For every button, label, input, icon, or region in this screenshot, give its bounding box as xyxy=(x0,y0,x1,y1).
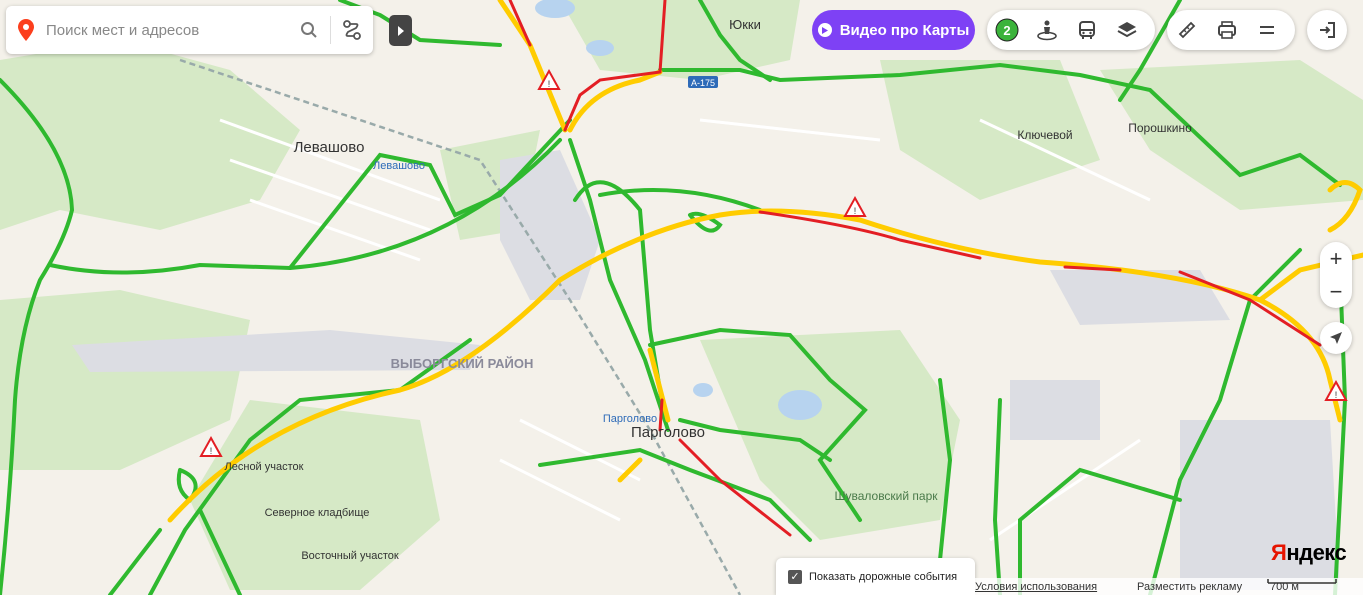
bus-icon xyxy=(1079,21,1095,39)
traffic-layer-button[interactable]: 2 xyxy=(987,10,1027,50)
map-pin-logo-icon[interactable] xyxy=(6,19,46,41)
menu-button[interactable] xyxy=(1247,10,1287,50)
district-label: ВЫБОРГСКИЙ РАЙОН xyxy=(391,356,534,371)
zoom-in-button[interactable]: + xyxy=(1320,242,1352,275)
svg-text:!: ! xyxy=(210,446,213,456)
place-label-severnoe-kladbishche: Северное кладбище xyxy=(265,507,370,519)
park-label-shuvalovsky: Шуваловский парк xyxy=(834,489,938,503)
place-label-poroshkino: Порошкино xyxy=(1128,121,1192,135)
advertise-link[interactable]: Разместить рекламу xyxy=(1137,581,1242,593)
layers-icon xyxy=(1117,22,1137,38)
map-layers-button[interactable] xyxy=(1107,10,1147,50)
printer-icon xyxy=(1218,21,1236,39)
search-input[interactable]: Поиск мест и адресов xyxy=(46,22,288,39)
collapse-panel-button[interactable] xyxy=(389,15,412,46)
station-label-levashovo: Левашово xyxy=(373,160,425,172)
terms-of-use-link[interactable]: Условия использования xyxy=(975,581,1097,593)
map-canvas[interactable]: ! ! ! ! А-175 Юкки Левашово Левашово Клю… xyxy=(0,0,1363,595)
roadworks-icon[interactable]: ! xyxy=(843,195,867,217)
road-number-badge: А-175 xyxy=(688,76,718,88)
route-icon[interactable] xyxy=(331,6,373,54)
ruler-icon xyxy=(1178,21,1196,39)
play-icon xyxy=(817,23,832,37)
zoom-out-button[interactable]: − xyxy=(1320,275,1352,308)
svg-text:!: ! xyxy=(548,79,551,89)
checkbox-checked-icon[interactable]: ✓ xyxy=(788,569,802,584)
place-label-vostochny-uchastok: Восточный участок xyxy=(301,550,399,562)
print-button[interactable] xyxy=(1207,10,1247,50)
panorama-button[interactable] xyxy=(1027,10,1067,50)
yandex-logo[interactable]: Яндекс xyxy=(1271,540,1347,566)
svg-text:!: ! xyxy=(854,206,857,216)
login-icon xyxy=(1320,22,1335,38)
svg-text:А-175: А-175 xyxy=(691,78,715,88)
scale-bar xyxy=(1267,579,1337,584)
ruler-button[interactable] xyxy=(1167,10,1207,50)
chevron-right-icon xyxy=(397,25,404,36)
show-road-events-toggle[interactable]: ✓ Показать дорожные события xyxy=(776,558,975,595)
place-label-pargolovo: Парголово xyxy=(631,424,705,441)
panorama-person-icon xyxy=(1037,20,1057,41)
svg-text:!: ! xyxy=(1335,390,1338,400)
place-label-lesnoy-uchastok: Лесной участок xyxy=(225,461,304,473)
search-panel: Поиск мест и адресов xyxy=(6,6,373,54)
geolocation-button[interactable] xyxy=(1320,322,1352,354)
transport-layer-button[interactable] xyxy=(1067,10,1107,50)
login-button[interactable] xyxy=(1307,10,1347,50)
road-events-label: Показать дорожные события xyxy=(809,570,958,583)
place-label-yukki: Юкки xyxy=(729,17,761,32)
video-button-label: Видео про Карты xyxy=(839,21,970,39)
layers-toolbar: 2 xyxy=(987,10,1155,50)
search-icon[interactable] xyxy=(288,6,330,54)
svg-text:2: 2 xyxy=(1003,23,1010,38)
menu-icon xyxy=(1260,26,1274,34)
map-footer: Условия использования Разместить рекламу… xyxy=(975,578,1363,595)
zoom-control: + − xyxy=(1320,242,1352,308)
video-about-maps-button[interactable]: Видео про Карты xyxy=(812,10,975,50)
tools-toolbar xyxy=(1167,10,1295,50)
place-label-levashovo: Левашово xyxy=(294,139,365,156)
traffic-level-icon: 2 xyxy=(995,18,1019,42)
location-arrow-icon xyxy=(1330,332,1342,344)
place-label-klyuchevoy: Ключевой xyxy=(1017,128,1072,142)
roadworks-icon[interactable]: ! xyxy=(199,435,223,457)
